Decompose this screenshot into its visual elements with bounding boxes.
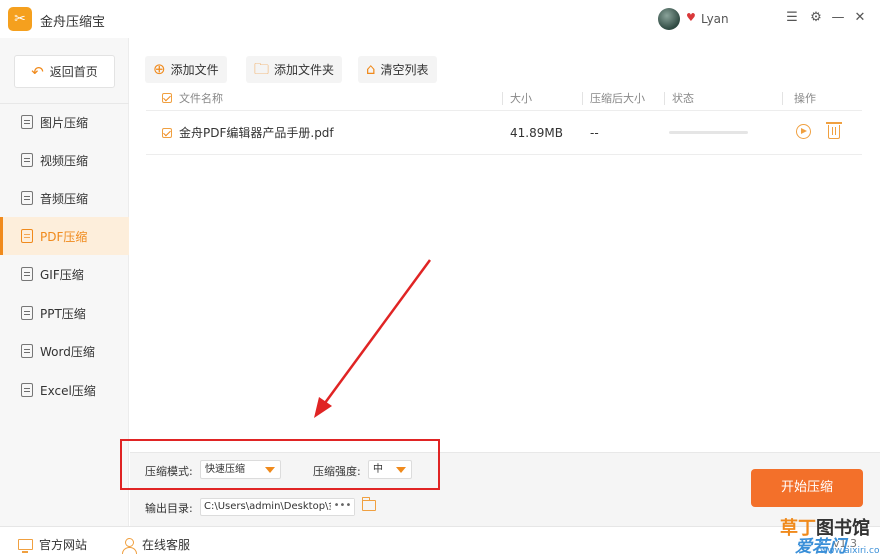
- watermark-url: www.aixiri.com: [820, 546, 880, 556]
- file-size: 41.89MB: [510, 126, 563, 140]
- image-file-icon: [21, 115, 33, 129]
- video-file-icon: [21, 153, 33, 167]
- return-arrow-icon: ↶: [31, 62, 44, 81]
- folder-icon: 🗀: [254, 60, 270, 78]
- avatar[interactable]: [658, 8, 680, 30]
- table-row[interactable]: 金舟PDF编辑器产品手册.pdf 41.89MB --: [146, 110, 862, 155]
- close-button[interactable]: ✕: [851, 9, 869, 27]
- word-file-icon: [21, 344, 33, 358]
- menu-icon[interactable]: ☰: [783, 9, 801, 27]
- monitor-icon: [18, 539, 33, 553]
- compress-mode-label: 压缩模式:: [145, 465, 193, 478]
- sidebar-item-pdf[interactable]: PDF压缩: [0, 217, 129, 255]
- header-size: 大小: [510, 92, 532, 105]
- app-logo-icon: ✂: [8, 7, 32, 31]
- ppt-file-icon: [21, 306, 33, 320]
- sidebar-item-label: GIF压缩: [40, 267, 84, 282]
- username[interactable]: Lyan: [701, 12, 729, 26]
- add-circle-icon: ⊕: [153, 60, 166, 78]
- chevron-down-icon: [396, 467, 406, 473]
- minimize-button[interactable]: —: [829, 9, 847, 27]
- add-folder-label: 添加文件夹: [274, 63, 335, 77]
- output-dir-label: 输出目录:: [145, 502, 193, 515]
- pdf-file-icon: [21, 229, 33, 243]
- progress-bar: [669, 131, 748, 134]
- title-bar: ✂ 金舟压缩宝 ♥ Lyan ☰ ⚙ — ✕: [0, 0, 880, 38]
- support-person-icon: [122, 537, 137, 554]
- column-divider: [582, 92, 583, 105]
- back-home-button[interactable]: ↶ 返回首页: [14, 55, 115, 88]
- compress-strength-select[interactable]: 中: [368, 460, 412, 479]
- row-checkbox[interactable]: [162, 123, 172, 144]
- sidebar-item-label: 视频压缩: [40, 153, 89, 168]
- header-action: 操作: [794, 92, 816, 105]
- compress-mode-select[interactable]: 快速压缩: [200, 460, 281, 479]
- trash-icon[interactable]: [826, 122, 842, 139]
- sidebar-item-label: 音频压缩: [40, 191, 89, 206]
- status-bar: 官方网站 在线客服 v1.3: [0, 526, 880, 560]
- sidebar-item-excel[interactable]: Excel压缩: [0, 371, 129, 409]
- select-all-checkbox[interactable]: [162, 88, 172, 109]
- sidebar-item-label: PDF压缩: [40, 229, 88, 244]
- back-home-label: 返回首页: [49, 65, 98, 79]
- audio-file-icon: [21, 191, 33, 205]
- play-icon[interactable]: [796, 124, 811, 139]
- sidebar-item-label: Word压缩: [40, 344, 95, 359]
- compress-strength-value: 中: [373, 464, 383, 475]
- sidebar-item-gif[interactable]: GIF压缩: [0, 255, 129, 293]
- sidebar-item-image[interactable]: 图片压缩: [0, 103, 129, 141]
- annotation-arrow-line: [320, 259, 432, 408]
- file-name: 金舟PDF编辑器产品手册.pdf: [179, 126, 334, 140]
- column-divider: [664, 92, 665, 105]
- sidebar-item-audio[interactable]: 音频压缩: [0, 179, 129, 217]
- sidebar-item-video[interactable]: 视频压缩: [0, 141, 129, 179]
- compress-mode-value: 快速压缩: [205, 464, 245, 475]
- sidebar-item-label: PPT压缩: [40, 306, 86, 321]
- add-folder-button[interactable]: 🗀 添加文件夹: [246, 56, 343, 83]
- sidebar-item-label: 图片压缩: [40, 115, 89, 130]
- chevron-down-icon: [265, 467, 275, 473]
- start-compress-button[interactable]: 开始压缩: [751, 469, 863, 507]
- column-divider: [502, 92, 503, 105]
- settings-icon[interactable]: ⚙: [807, 9, 825, 27]
- annotation-arrowhead: [314, 397, 332, 418]
- excel-file-icon: [21, 383, 33, 397]
- sidebar-item-word[interactable]: Word压缩: [0, 332, 129, 370]
- add-file-label: 添加文件: [170, 63, 219, 77]
- sidebar-item-label: Excel压缩: [40, 383, 96, 398]
- sidebar: ↶ 返回首页 图片压缩 视频压缩 音频压缩 PDF压缩 GIF压缩 PPT压缩: [0, 38, 129, 526]
- header-status: 状态: [672, 92, 694, 105]
- gif-file-icon: [21, 267, 33, 281]
- header-compressed-size: 压缩后大小: [590, 92, 645, 105]
- column-divider: [782, 92, 783, 105]
- compress-strength-label: 压缩强度:: [313, 465, 361, 478]
- vip-heart-icon: ♥: [686, 11, 696, 24]
- official-website-label: 官方网站: [39, 538, 88, 552]
- app-window: ✂ 金舟压缩宝 ♥ Lyan ☰ ⚙ — ✕ ↶ 返回首页 图片压缩 视频压缩 …: [0, 0, 880, 560]
- online-support-link[interactable]: 在线客服: [122, 536, 191, 554]
- app-title: 金舟压缩宝: [40, 15, 106, 30]
- sidebar-item-ppt[interactable]: PPT压缩: [0, 294, 129, 332]
- header-name: 文件名称: [179, 92, 223, 105]
- compressed-size: --: [590, 126, 599, 140]
- official-website-link[interactable]: 官方网站: [18, 536, 87, 553]
- file-table-header: 文件名称 大小 压缩后大小 状态 操作: [146, 88, 862, 109]
- basket-icon: ⌂: [366, 60, 376, 78]
- clear-list-button[interactable]: ⌂ 清空列表: [358, 56, 437, 83]
- add-file-button[interactable]: ⊕ 添加文件: [145, 56, 227, 83]
- clear-list-label: 清空列表: [380, 63, 429, 77]
- open-folder-icon[interactable]: [361, 497, 376, 511]
- browse-more-button[interactable]: •••: [331, 499, 354, 515]
- online-support-label: 在线客服: [142, 538, 191, 552]
